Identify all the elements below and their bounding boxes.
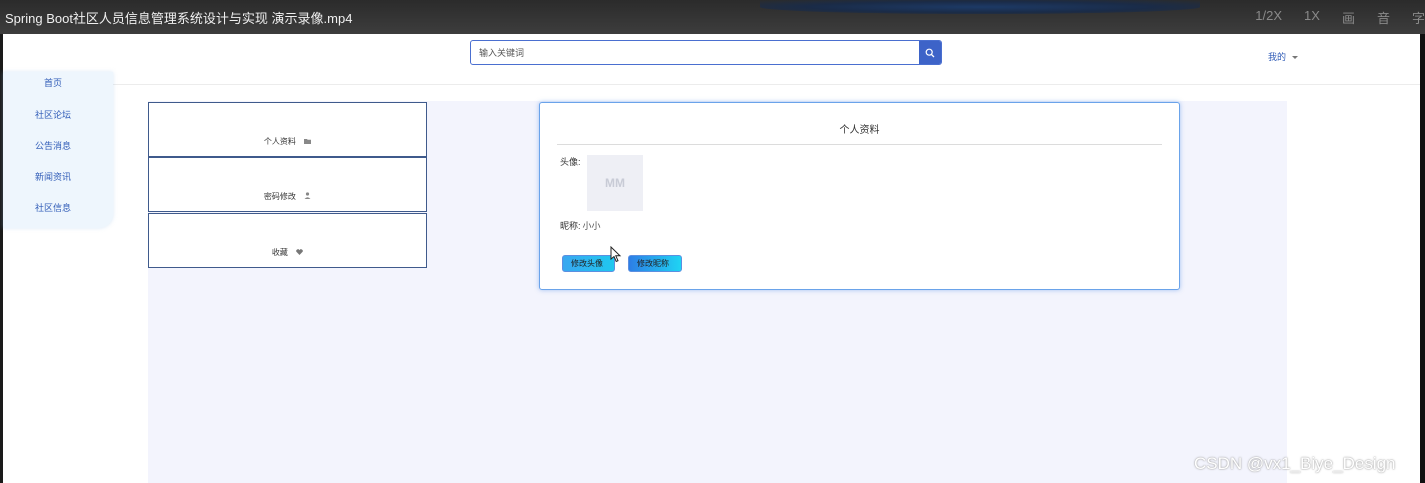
speed-normal-button[interactable]: 1X [1304,8,1320,27]
sidebar-item-forum[interactable]: 社区论坛 [3,108,103,121]
caret-down-icon [1292,56,1299,60]
video-title: Spring Boot社区人员信息管理系统设计与实现 演示录像.mp4 [5,11,353,26]
video-player-title-bar: Spring Boot社区人员信息管理系统设计与实现 演示录像.mp4 1/2X… [0,0,1425,34]
avatar-label: 头像: [560,157,581,167]
profile-card: 个人资料 头像: MM 昵称: 小小 修改头像 修改昵称 [539,102,1180,290]
heart-icon [296,248,303,257]
player-glow [760,0,1200,14]
mouse-cursor-icon [610,246,622,263]
right-edge [1420,34,1425,483]
user-icon [304,192,311,201]
change-avatar-button[interactable]: 修改头像 [562,255,615,272]
avatar-placeholder-text: MM [605,176,625,190]
nickname-label: 昵称: [560,221,581,231]
player-controls: 1/2X 1X 画 音 字 [1255,8,1425,27]
menu-item-profile[interactable]: 个人资料 [148,102,427,157]
divider [557,144,1162,145]
menu-item-profile-row: 个人资料 [149,136,426,147]
change-nickname-button[interactable]: 修改昵称 [628,255,682,272]
watermark: CSDN @vx1_Biye_Design [1194,454,1396,473]
menu-item-favorites-row: 收藏 [149,247,426,258]
nickname-row: 昵称: 小小 [560,219,601,232]
nickname-value: 小小 [582,221,601,231]
menu-item-password-row: 密码修改 [149,191,426,202]
search-icon [925,48,935,57]
my-account-label: 我的 [1268,52,1287,62]
search-input[interactable] [471,41,928,64]
menu-item-change-password[interactable]: 密码修改 [148,157,427,212]
menu-item-label: 收藏 [271,248,288,257]
profile-card-title: 个人资料 [839,125,880,136]
avatar: MM [587,155,643,211]
menu-item-favorites[interactable]: 收藏 [148,213,427,268]
sidebar-item-community-info[interactable]: 社区信息 [3,201,103,214]
speed-half-button[interactable]: 1/2X [1255,8,1282,27]
picture-button[interactable]: 画 [1342,8,1355,27]
menu-item-label: 密码修改 [263,192,296,201]
search-bar [470,40,942,65]
left-sidebar: 首页 社区论坛 公告消息 新闻资讯 社区信息 [3,72,113,228]
folder-icon [304,137,312,146]
sidebar-item-notices[interactable]: 公告消息 [3,139,103,152]
sidebar-item-news[interactable]: 新闻资讯 [3,170,103,183]
menu-item-label: 个人资料 [263,137,296,146]
my-account-menu[interactable]: 我的 [1268,50,1299,63]
subtitle-button[interactable]: 字 [1412,8,1425,27]
sidebar-item-home[interactable]: 首页 [3,76,103,89]
audio-button[interactable]: 音 [1377,8,1390,27]
search-button[interactable] [919,41,941,64]
